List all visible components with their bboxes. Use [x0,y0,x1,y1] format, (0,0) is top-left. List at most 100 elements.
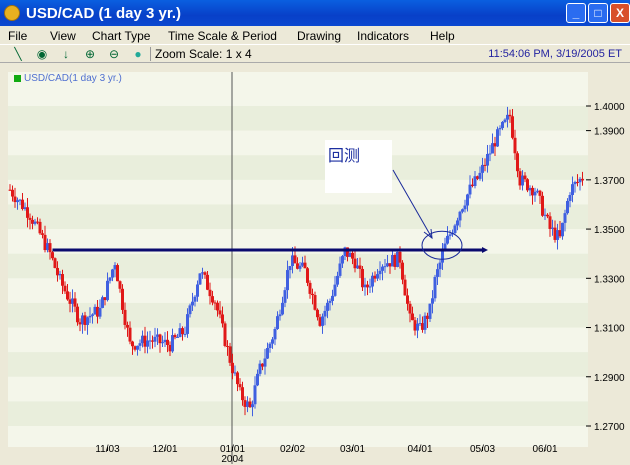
candle-body [208,289,212,297]
candle-body [161,342,164,344]
candle-body [313,295,317,310]
price-chart[interactable]: 1.4000 1.3900 1.3700 1.3500 1.3300 1.3100 1.29… [0,64,630,465]
y-tick-label: 1.4000 [594,102,625,113]
candle-body [461,209,464,212]
candle-body [236,372,239,385]
candle-body [306,268,309,283]
candle-body [486,153,489,166]
grid-band [8,204,588,230]
candle-body [298,265,302,269]
candle-body [336,275,339,285]
clock: 11:54:06 PM, 3/19/2005 ET [488,48,622,60]
candle-body [568,195,572,201]
candle-body [341,256,344,264]
toolbar: ╲ ◉ ↓ ⊕ ⊖ ● Zoom Scale: 1 x 4 11:54:06 P… [0,44,630,63]
annotation-box[interactable]: 回测 [325,140,392,193]
candle-body [406,295,409,304]
candle-body [401,262,404,280]
menu-time-scale[interactable]: Time Scale & Period [168,29,277,43]
zoom-out-icon[interactable]: ⊖ [107,47,121,61]
candle-body [538,190,542,196]
candle-body [378,270,382,275]
candle-body [173,335,177,338]
candle-body [51,252,54,259]
candle-body [266,348,269,359]
menu-file[interactable]: File [8,29,27,43]
menu-view[interactable]: View [50,29,76,43]
candle-body [351,252,354,259]
candle-body [293,255,297,264]
candle-body [466,194,469,206]
candle-body [278,314,282,317]
candle-body [108,277,112,281]
x-tick-label: 04/01 [407,444,432,455]
candle-body [111,269,114,278]
y-tick-label: 1.2900 [594,373,625,384]
candle-body [123,309,127,325]
candle-body [231,362,234,374]
candle-body [286,270,289,291]
zoom-scale: Zoom Scale: 1 x 4 [150,47,252,61]
maximize-button[interactable]: □ [588,3,608,23]
candle-body [488,153,492,155]
candle-body [41,233,44,235]
menu-indicators[interactable]: Indicators [357,29,409,43]
candle-body [323,310,327,317]
x-tick-sublabel: 2004 [221,454,244,465]
candle-body [11,189,14,197]
candle-body [73,298,77,307]
candle-body [408,303,412,314]
pen-icon[interactable]: ╲ [11,47,25,61]
y-tick-label: 1.3500 [594,225,625,236]
x-tick-label: 12/01 [152,444,177,455]
candle-body [281,302,284,315]
candle-body [218,310,222,315]
candle-body [158,334,162,344]
y-tick-label: 1.3900 [594,127,625,138]
candle-body [468,184,472,195]
candle-body [128,327,132,342]
x-tick-label: 03/01 [340,444,365,455]
candle-body [511,116,514,138]
candle-body [398,251,402,263]
candle-body [463,205,467,210]
menu-drawing[interactable]: Drawing [297,29,341,43]
candle-body [106,280,109,301]
candle-body [311,293,314,296]
menu-chart-type[interactable]: Chart Type [92,29,150,43]
candle-body [338,263,342,276]
candle-body [416,323,419,331]
candle-body [26,207,29,218]
candle-body [563,213,567,223]
candle-body [571,184,574,196]
target-icon[interactable]: ◉ [35,47,49,61]
menu-help[interactable]: Help [430,29,455,43]
x-tick-label: 05/03 [470,444,495,455]
candle-body [216,302,219,311]
candle-body [448,234,452,236]
title-bar: USD/CAD (1 day 3 yr.) _ □ X [0,0,630,26]
candle-body [381,266,384,271]
candle-body [166,339,169,345]
candle-body [196,284,199,297]
candle-body [516,153,519,172]
candle-body [211,296,214,303]
annotation-text: 回测 [328,146,361,165]
candle-body [441,251,444,263]
candle-body [566,200,569,214]
arrow-down-icon[interactable]: ↓ [59,47,73,61]
minimize-button[interactable]: _ [566,3,586,23]
candle-body [533,191,537,196]
candle-body [333,284,337,296]
candle-body [548,216,552,229]
candle-body [513,137,517,154]
legend-label: USD/CAD(1 day 3 yr.) [24,73,122,84]
candle-body [251,404,254,408]
candle-body [326,302,329,311]
green-dot-icon[interactable]: ● [131,47,145,61]
close-button[interactable]: X [610,3,630,23]
candle-body [446,235,449,244]
zoom-in-icon[interactable]: ⊕ [83,47,97,61]
candle-body [253,385,257,405]
candle-body [63,285,67,292]
